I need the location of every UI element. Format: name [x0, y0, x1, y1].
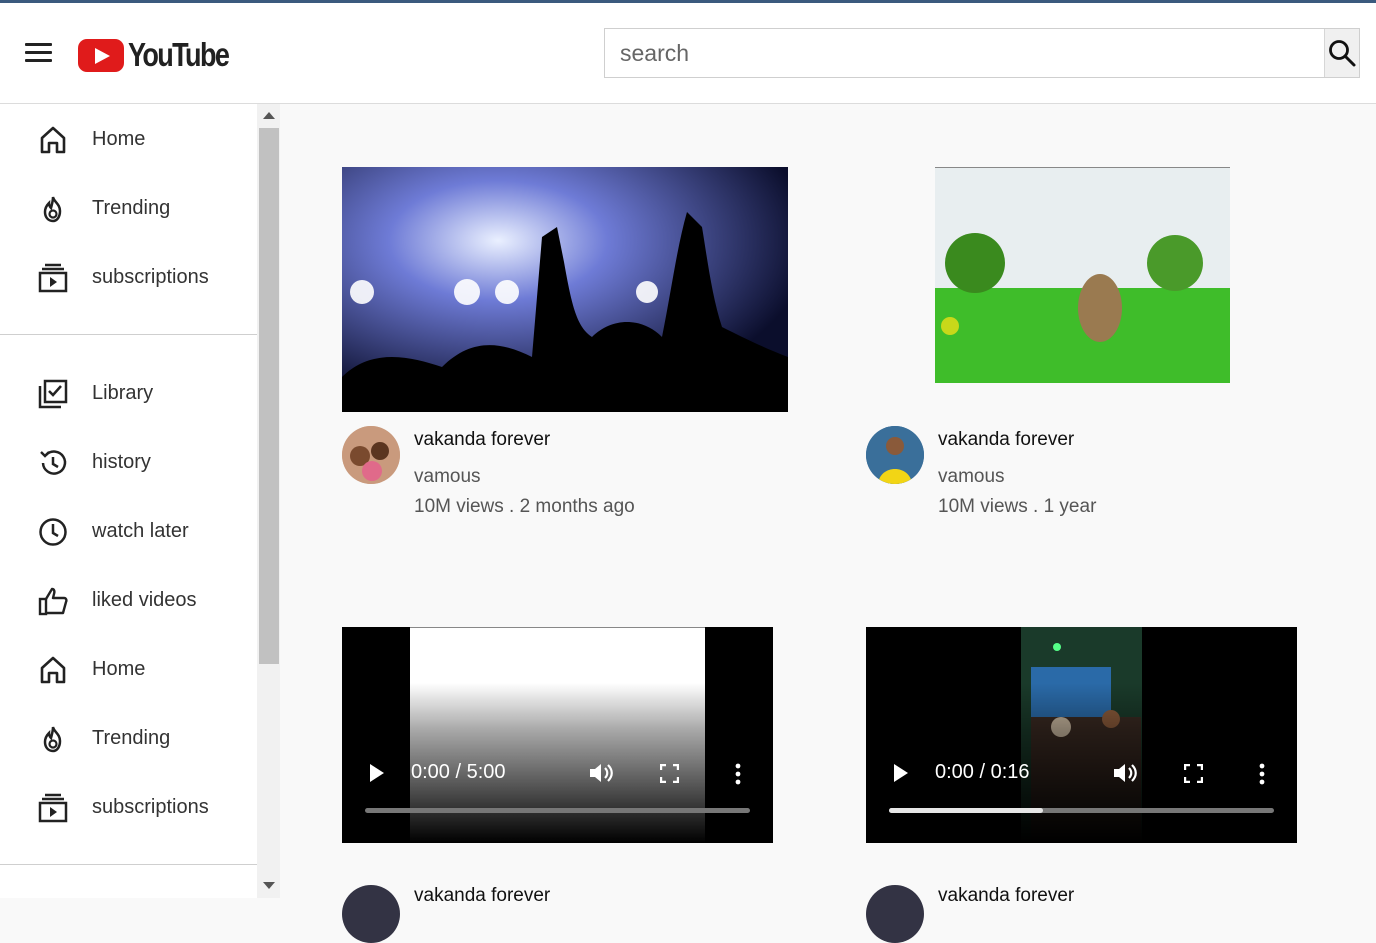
sidebar-item-label: Home: [92, 657, 146, 680]
channel-avatar-image: [342, 426, 400, 484]
sidebar-item-home-2[interactable]: Home: [0, 639, 257, 699]
more-options-icon[interactable]: [734, 763, 742, 785]
sidebar-item-subscriptions[interactable]: subscriptions: [0, 247, 257, 307]
top-header: YouTube: [0, 3, 1376, 104]
scrollbar-thumb[interactable]: [259, 128, 279, 664]
search-input[interactable]: [605, 29, 1325, 77]
sidebar-item-label: history: [92, 450, 151, 473]
history-icon: [40, 450, 67, 475]
play-icon[interactable]: [368, 763, 386, 783]
sidebar-item-home[interactable]: Home: [0, 109, 257, 169]
progress-bar[interactable]: [889, 808, 1274, 813]
sidebar-item-label: Library: [92, 381, 154, 404]
youtube-play-icon: [78, 38, 124, 72]
volume-icon[interactable]: [1112, 761, 1138, 785]
video-thumbnail[interactable]: [935, 167, 1230, 383]
channel-avatar[interactable]: [342, 426, 400, 484]
clock-icon: [39, 518, 67, 546]
sidebar-item-library[interactable]: Library: [0, 363, 257, 423]
controls-gradient: [866, 683, 1297, 843]
sidebar-divider: [0, 864, 257, 865]
sidebar-item-label: watch later: [92, 519, 189, 542]
video-thumbnail[interactable]: [342, 167, 788, 412]
time-display: 0:00 / 0:16: [935, 761, 1030, 783]
youtube-logo[interactable]: YouTube: [78, 36, 250, 74]
home-icon: [40, 126, 66, 154]
sidebar-item-liked-videos[interactable]: liked videos: [0, 570, 257, 630]
cartoon-landscape-thumbnail-image: [935, 168, 1230, 383]
channel-avatar[interactable]: [866, 426, 924, 484]
channel-name[interactable]: vamous: [414, 466, 481, 488]
library-icon: [38, 379, 68, 409]
sidebar-item-trending[interactable]: Trending: [0, 178, 257, 238]
sidebar-item-watch-later[interactable]: watch later: [0, 501, 257, 561]
logo-text: YouTube: [128, 36, 230, 73]
scroll-up-arrow-icon[interactable]: [263, 112, 275, 119]
sidebar-item-label: liked videos: [92, 588, 197, 611]
channel-avatar-image: [866, 426, 924, 484]
subscriptions-icon: [38, 793, 68, 823]
sidebar-item-label: Home: [92, 127, 146, 150]
volume-icon[interactable]: [588, 761, 614, 785]
video-player[interactable]: 0:00 / 5:00: [342, 627, 773, 843]
video-player[interactable]: 0:00 / 0:16: [866, 627, 1297, 843]
play-icon[interactable]: [892, 763, 910, 783]
video-title[interactable]: vakanda forever: [938, 429, 1074, 451]
channel-avatar[interactable]: [342, 885, 400, 943]
sidebar: Home Trending subscriptions Library hist…: [0, 104, 257, 898]
more-options-icon[interactable]: [1258, 763, 1266, 785]
search-button[interactable]: [1324, 29, 1359, 77]
sidebar-item-history[interactable]: history: [0, 432, 257, 492]
home-icon: [40, 656, 66, 684]
sidebar-divider: [0, 334, 257, 335]
fullscreen-icon[interactable]: [1184, 764, 1203, 783]
scroll-down-arrow-icon[interactable]: [263, 882, 275, 889]
fullscreen-icon[interactable]: [660, 764, 679, 783]
video-title[interactable]: vakanda forever: [414, 885, 550, 907]
channel-name[interactable]: vamous: [938, 466, 1005, 488]
time-display: 0:00 / 5:00: [411, 761, 506, 783]
flame-icon: [43, 196, 62, 223]
sidebar-item-trending-2[interactable]: Trending: [0, 708, 257, 768]
sidebar-item-label: Trending: [92, 196, 171, 219]
thumbs-up-icon: [38, 587, 68, 616]
concert-thumbnail-image: [342, 167, 788, 412]
hamburger-menu-icon[interactable]: [25, 43, 53, 63]
sidebar-item-subscriptions-2[interactable]: subscriptions: [0, 777, 257, 837]
video-title[interactable]: vakanda forever: [414, 429, 550, 451]
sidebar-scrollbar[interactable]: [257, 104, 280, 898]
video-meta: 10M views . 2 months ago: [414, 496, 635, 517]
sidebar-item-label: subscriptions: [92, 795, 209, 818]
controls-gradient: [342, 683, 773, 843]
video-title[interactable]: vakanda forever: [938, 885, 1074, 907]
flame-icon: [43, 726, 62, 753]
progress-fill: [889, 808, 1043, 813]
subscriptions-icon: [38, 263, 68, 293]
channel-avatar[interactable]: [866, 885, 924, 943]
progress-bar[interactable]: [365, 808, 750, 813]
sidebar-item-label: subscriptions: [92, 265, 209, 288]
sidebar-item-label: Trending: [92, 726, 171, 749]
search-bar: [604, 28, 1360, 78]
search-icon: [1329, 40, 1356, 67]
video-meta: 10M views . 1 year: [938, 496, 1097, 517]
